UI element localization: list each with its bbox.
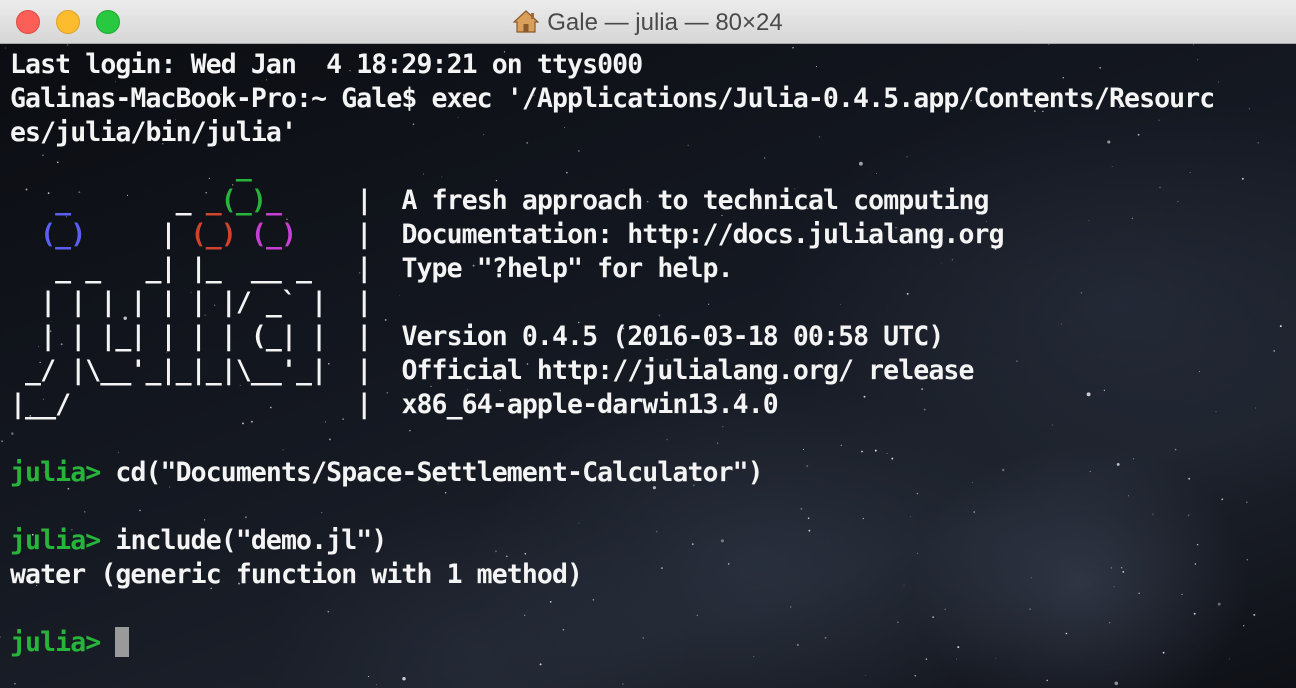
terminal-screen: Last login: Wed Jan 4 18:29:21 on ttys00… (10, 48, 1290, 660)
logo-segment: (_) (250, 219, 297, 250)
julia-logo-row: _ (10, 151, 356, 182)
logo-segment (296, 219, 356, 250)
julia-prompt: julia> (10, 457, 116, 488)
logo-segment: _/ |\__'_|_|_|\__'_| (10, 355, 357, 386)
logo-segment: _ (55, 185, 71, 216)
logo-segment: |__/ (10, 389, 357, 420)
julia-logo-row: _ _ _| |_ __ _ (10, 253, 356, 284)
star (1048, 44, 1050, 45)
logo-segment (10, 219, 40, 250)
banner-info-text: A fresh approach to technical computing (401, 185, 989, 216)
julia-logo-row: (_) | (_) (_) (10, 219, 356, 250)
banner-info-text: Documentation: http://docs.julialang.org (401, 219, 1004, 250)
star (402, 676, 406, 681)
banner-info-text: Type "?help" for help. (401, 253, 733, 284)
star (1114, 681, 1119, 686)
star (1046, 679, 1048, 682)
exec-command-line: Galinas-MacBook-Pro:~ Gale$ exec '/Appli… (10, 83, 1215, 114)
star (376, 684, 378, 686)
julia-prompt: julia> (10, 627, 116, 658)
banner-separator: | (356, 389, 402, 420)
logo-segment: | | |_| | | | (_| | (10, 321, 357, 352)
logo-segment: (_) (220, 185, 267, 216)
last-login-line: Last login: Wed Jan 4 18:29:21 on ttys00… (10, 49, 643, 80)
star (4, 47, 6, 49)
logo-segment: | (85, 219, 191, 250)
star (914, 674, 917, 677)
logo-segment (251, 151, 356, 182)
logo-segment (281, 185, 356, 216)
banner-separator: | (356, 219, 402, 250)
star (0, 636, 1, 638)
banner-line: | | |_| | | | (_| | | Version 0.4.5 (201… (10, 320, 1290, 354)
banner-line: _ _ _| |_ __ _ | Type "?help" for help. (10, 252, 1290, 286)
repl-command: cd("Documents/Space-Settlement-Calculato… (115, 457, 763, 488)
title-bar[interactable]: Gale — julia — 80×24 (0, 0, 1296, 44)
logo-segment: (_) (190, 219, 237, 250)
exec-command-line-continued: es/julia/bin/julia' (10, 117, 297, 148)
banner-line: |__/ | x86_64-apple-darwin13.4.0 (10, 388, 1290, 422)
banner-line: _ (10, 150, 1290, 184)
banner-info-text: x86_64-apple-darwin13.4.0 (401, 389, 778, 420)
banner-separator: | (356, 321, 402, 352)
banner-separator: | (356, 287, 402, 318)
star (622, 683, 624, 685)
repl-input-line: julia> cd("Documents/Space-Settlement-Ca… (10, 456, 1290, 490)
window-title: Gale — julia — 80×24 (0, 9, 1296, 37)
banner-line: (_) | (_) (_) | Documentation: http://do… (10, 218, 1290, 252)
logo-segment: _ (265, 185, 282, 216)
logo-segment: (_) (40, 219, 86, 250)
logo-segment: _ (235, 151, 252, 182)
banner-separator: | (356, 253, 402, 284)
julia-logo-row: | | |_| | | | (_| | (10, 321, 356, 352)
star (368, 676, 370, 678)
repl-output-line: water (generic function with 1 method) (10, 559, 583, 590)
logo-segment (10, 185, 55, 216)
star (1, 440, 3, 443)
terminal-window: Gale — julia — 80×24 Last login: Wed Jan… (0, 0, 1296, 688)
repl-input-line: julia> include("demo.jl") (10, 524, 1290, 558)
banner-separator: | (356, 185, 402, 216)
logo-segment: _ _ _| |_ __ _ (10, 253, 357, 284)
julia-prompt: julia> (10, 525, 116, 556)
banner-line: _/ |\__'_|_|_|\__'_| | Official http://j… (10, 354, 1290, 388)
logo-segment (10, 151, 236, 182)
banner-info-text: Official http://julialang.org/ release (401, 355, 974, 386)
julia-logo-row: _ _ _(_)_ (10, 185, 356, 216)
banner-line: | | | | | | |/ _` | | (10, 286, 1290, 320)
logo-segment: _ (205, 185, 222, 216)
julia-logo-row: |__/ (10, 389, 356, 420)
banner-separator: | (356, 355, 402, 386)
star (14, 682, 16, 685)
banner-info-text: Version 0.4.5 (2016-03-18 00:58 UTC) (401, 321, 944, 352)
banner-line: _ _ _(_)_ | A fresh approach to technica… (10, 184, 1290, 218)
repl-command: include("demo.jl") (115, 525, 387, 556)
star (66, 44, 69, 46)
star (1192, 44, 1195, 46)
star (539, 663, 542, 666)
home-icon (513, 10, 540, 33)
star (865, 675, 867, 676)
julia-logo-row: | | | | | | |/ _` | (10, 287, 356, 318)
julia-banner: _ _ _ _(_)_ | A fresh approach to techni… (10, 150, 1290, 422)
active-prompt-line[interactable]: julia> (10, 626, 1290, 660)
julia-logo-row: _/ |\__'_|_|_|\__'_| (10, 355, 356, 386)
logo-segment (236, 219, 251, 250)
logo-segment: | | | | | | |/ _` | (10, 287, 357, 318)
logo-segment (70, 185, 175, 216)
logo-segment: _ (175, 185, 206, 216)
text-cursor (115, 627, 130, 657)
repl-history: julia> cd("Documents/Space-Settlement-Ca… (10, 456, 1290, 626)
window-title-text: Gale — julia — 80×24 (547, 9, 783, 36)
terminal-content[interactable]: Last login: Wed Jan 4 18:29:21 on ttys00… (0, 44, 1296, 688)
